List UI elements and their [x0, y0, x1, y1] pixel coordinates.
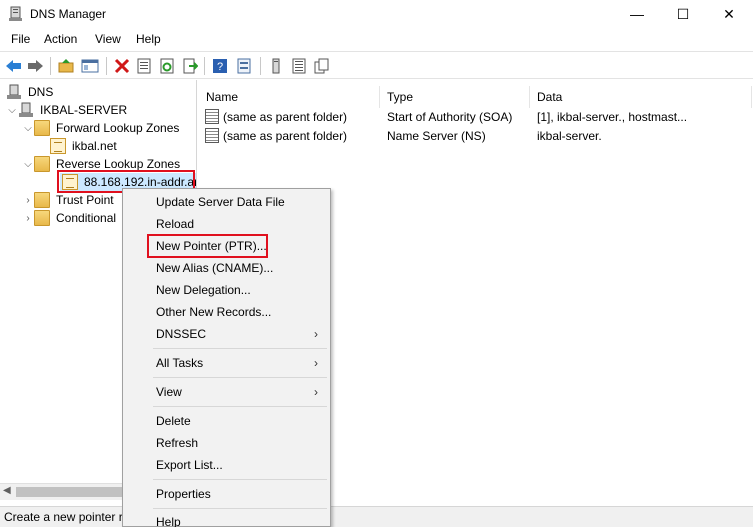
menu-item-dnssec[interactable]: DNSSEC ›	[156, 324, 326, 344]
maximize-button[interactable]: ☐	[660, 0, 706, 28]
table-row[interactable]: (same as parent folder)	[205, 126, 347, 145]
record-name: (same as parent folder)	[223, 128, 348, 143]
help-icon[interactable]: ?	[210, 56, 230, 76]
menu-separator	[153, 377, 327, 378]
menu-item-new-delegation[interactable]: New Delegation...	[156, 280, 326, 300]
menu-item-label: View	[156, 385, 182, 399]
column-header-type[interactable]: Type	[380, 86, 530, 108]
close-button[interactable]: ✕	[706, 0, 752, 28]
folder-icon	[34, 192, 50, 208]
tree-item-server[interactable]: ⌵ IKBAL-SERVER	[6, 101, 129, 119]
folder-icon	[34, 210, 50, 226]
tree-label: DNS	[28, 85, 54, 99]
zone-icon	[50, 138, 66, 154]
menu-item-export-list[interactable]: Export List...	[156, 455, 326, 475]
toolbar-separator	[106, 57, 107, 75]
console-icon[interactable]	[234, 56, 254, 76]
show-console-tree-icon[interactable]	[80, 56, 100, 76]
expand-arrow-icon[interactable]: ›	[22, 213, 34, 224]
list-view-icon[interactable]	[289, 56, 309, 76]
record-type: Start of Authority (SOA)	[387, 109, 513, 124]
column-header-data[interactable]: Data	[530, 86, 752, 108]
tree-label: Trust Point	[56, 193, 114, 207]
export-list-icon[interactable]	[180, 56, 200, 76]
tree-item-ikbal-net[interactable]: ikbal.net	[50, 137, 119, 155]
menu-help[interactable]: Help	[136, 32, 161, 46]
collapse-arrow-icon[interactable]: ⌵	[22, 123, 34, 134]
delete-icon[interactable]	[112, 56, 132, 76]
menu-item-view[interactable]: View ›	[156, 382, 326, 402]
highlight-box	[147, 234, 268, 258]
dns-manager-icon	[9, 6, 22, 21]
tree-item-dns[interactable]: DNS	[6, 83, 55, 101]
menu-item-label: All Tasks	[156, 356, 204, 370]
menu-item-delete[interactable]: Delete	[156, 411, 326, 431]
menu-item-refresh[interactable]: Refresh	[156, 433, 326, 453]
tree-label: Conditional	[56, 211, 117, 225]
menu-item-update-server-data-file[interactable]: Update Server Data File	[156, 192, 326, 212]
menu-action[interactable]: Action	[44, 32, 77, 46]
menu-file[interactable]: File	[11, 32, 30, 46]
properties-icon[interactable]	[134, 56, 154, 76]
menu-separator	[153, 348, 327, 349]
toolbar-separator	[204, 57, 205, 75]
record-icon	[205, 109, 219, 124]
record-data: ikbal-server.	[537, 128, 602, 143]
record-name: (same as parent folder)	[223, 109, 348, 124]
context-menu: Update Server Data File Reload New Point…	[122, 188, 331, 527]
menu-bar: File Action View Help	[0, 28, 753, 50]
tree-item-conditional-forwarders[interactable]: › Conditional	[22, 209, 118, 227]
svg-text:?: ?	[217, 61, 223, 73]
tree-item-trust-points[interactable]: › Trust Point	[22, 191, 116, 209]
status-text: Create a new pointer re	[4, 510, 130, 524]
toolbar: ?	[0, 51, 753, 79]
folder-icon	[34, 156, 50, 172]
menu-separator	[153, 479, 327, 480]
folder-icon	[34, 120, 50, 136]
up-folder-icon[interactable]	[56, 56, 76, 76]
tree-item-forward-lookup-zones[interactable]: ⌵ Forward Lookup Zones	[22, 119, 181, 137]
window-title: DNS Manager	[30, 7, 107, 21]
menu-item-help[interactable]: Help	[156, 512, 326, 527]
record-type: Name Server (NS)	[387, 128, 486, 143]
minimize-button[interactable]: —	[614, 0, 660, 28]
title-bar: DNS Manager — ☐ ✕	[0, 0, 753, 28]
menu-item-other-new-records[interactable]: Other New Records...	[156, 302, 326, 322]
submenu-arrow-icon: ›	[314, 385, 318, 399]
scroll-left-icon[interactable]: ◀	[3, 485, 11, 496]
menu-item-reload[interactable]: Reload	[156, 214, 326, 234]
collapse-arrow-icon[interactable]: ⌵	[6, 105, 18, 116]
server-icon[interactable]	[266, 56, 286, 76]
menu-item-new-alias[interactable]: New Alias (CNAME)...	[156, 258, 326, 278]
toolbar-separator	[50, 57, 51, 75]
status-bar: Create a new pointer re	[0, 506, 753, 527]
menu-separator	[153, 508, 327, 509]
tree-label: ikbal.net	[72, 139, 117, 153]
server-icon	[19, 102, 33, 117]
tree-label: Forward Lookup Zones	[56, 121, 180, 135]
menu-separator	[153, 406, 327, 407]
collapse-arrow-icon[interactable]: ⌵	[22, 159, 34, 170]
record-data: [1], ikbal-server., hostmast...	[537, 109, 688, 124]
copy-icon[interactable]	[312, 56, 332, 76]
column-header-name[interactable]: Name	[199, 86, 380, 108]
expand-arrow-icon[interactable]: ›	[22, 195, 34, 206]
table-row[interactable]: (same as parent folder)	[205, 107, 347, 126]
forward-icon[interactable]	[25, 56, 45, 76]
submenu-arrow-icon: ›	[314, 327, 318, 341]
back-icon[interactable]	[4, 56, 24, 76]
toolbar-separator	[260, 57, 261, 75]
menu-item-properties[interactable]: Properties	[156, 484, 326, 504]
tree-label: IKBAL-SERVER	[40, 103, 128, 117]
menu-item-all-tasks[interactable]: All Tasks ›	[156, 353, 326, 373]
record-icon	[205, 128, 219, 143]
dns-icon	[7, 84, 21, 99]
menu-item-label: DNSSEC	[156, 327, 207, 341]
menu-view[interactable]: View	[95, 32, 121, 46]
submenu-arrow-icon: ›	[314, 356, 318, 370]
tree-label: Reverse Lookup Zones	[56, 157, 181, 171]
refresh-icon[interactable]	[157, 56, 177, 76]
